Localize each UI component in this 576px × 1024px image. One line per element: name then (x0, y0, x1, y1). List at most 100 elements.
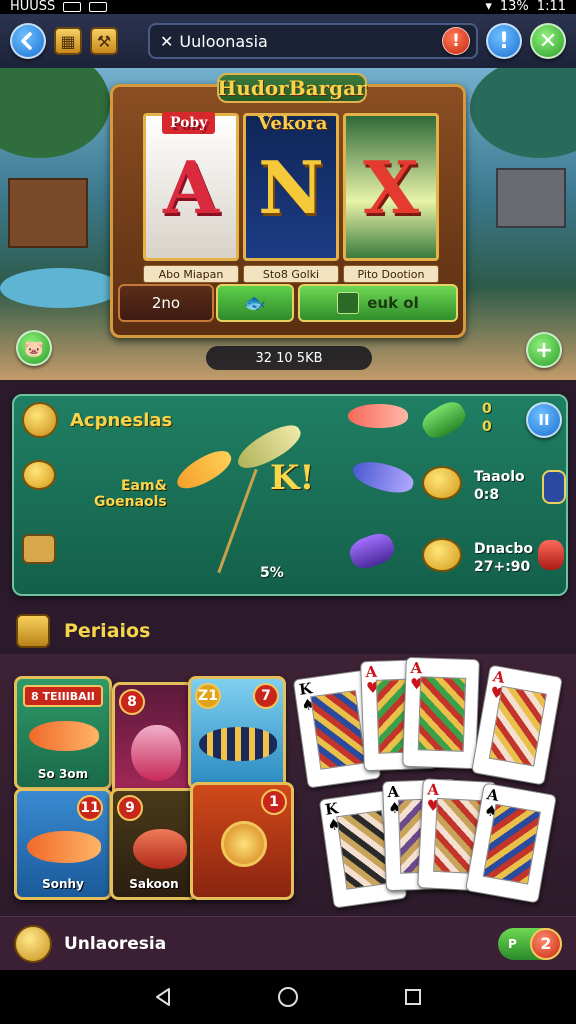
spin-label: euk ol (367, 294, 419, 312)
game-card-4[interactable]: 11 Sonhy (14, 788, 112, 900)
reel-1: A Poby (143, 112, 239, 261)
game-card-2-num: 8 (119, 689, 145, 715)
playing-card-1-art (310, 690, 367, 770)
slot-title: HudorBargar (217, 73, 367, 103)
item-1-value: 0:8 (474, 487, 500, 503)
item-2-value: 27+:90 (474, 559, 531, 575)
green-crystal (417, 396, 471, 444)
back-button[interactable] (10, 23, 46, 59)
spin-button[interactable]: euk ol (298, 284, 458, 322)
periods-header: Periaios (16, 612, 150, 650)
game-card-6-num: 1 (261, 789, 287, 815)
image-icon (89, 2, 108, 12)
system-nav-bar (0, 970, 576, 1024)
game-card-6[interactable]: 1 (190, 782, 294, 900)
periods-icon (16, 614, 50, 648)
reel-2-label: Sto8 Golki (243, 265, 339, 283)
fishing-left-label-2: Goenaols (94, 494, 167, 510)
warning-button[interactable]: ! (442, 27, 470, 55)
time-text: 1:11 (536, 0, 566, 14)
fishing-left-label-1: Eam& (120, 478, 167, 494)
chest-icon (22, 534, 56, 564)
game-card-4-fish (27, 831, 101, 863)
mascot-icon[interactable] (14, 924, 52, 963)
notification-toggle[interactable]: P 2 (498, 927, 562, 960)
game-card-1[interactable]: 8 TEIIIBAII So 3om (14, 676, 112, 790)
carrier-text: HUUSS (10, 0, 56, 14)
coin-icon (22, 460, 56, 490)
red-crystal (538, 540, 564, 570)
item-1[interactable]: Taaolo 0:8 (474, 468, 525, 504)
hut-right (496, 168, 566, 228)
pet-button[interactable]: 🐷 (16, 330, 52, 366)
top-value-2: 0 (482, 419, 492, 435)
reel-1-label: Abo Miapan (143, 265, 239, 283)
reel-1-tag: Poby (162, 112, 216, 134)
credit-display: 32 10 5KB (206, 346, 372, 370)
reel-1-symbol: A (163, 144, 219, 230)
fishing-title: Acpneslas (70, 410, 173, 431)
purple-fish (349, 456, 417, 498)
triangle-back-icon (155, 988, 170, 1006)
fish-button[interactable]: 🐟 (216, 284, 294, 322)
fishing-center-value: 5% (260, 565, 284, 581)
fishing-panel[interactable]: Acpneslas Eam& Goenaols K! 5% 0 0 II Taa… (12, 394, 568, 596)
red-fish (348, 404, 408, 428)
slot-hero: HudorBargar A Poby N Vekora X Abo Miapan… (0, 68, 576, 380)
periods-title: Periaios (64, 620, 151, 642)
water (0, 268, 120, 308)
fishing-rod (217, 468, 258, 574)
plus-icon: + (534, 337, 554, 363)
gold-coin-icon-1 (422, 466, 462, 500)
map-button[interactable]: ▦ (54, 27, 82, 55)
tools-button[interactable]: ⚒ (90, 27, 118, 55)
game-card-4-num: 11 (77, 795, 103, 821)
search-text[interactable]: Uuloonasia (179, 32, 436, 51)
bet-button[interactable]: 2no (118, 284, 214, 322)
close-search-icon[interactable]: ✕ (160, 32, 173, 51)
item-2-title: Dnacbo (474, 541, 533, 557)
bottom-bar: Unlaoresia P 2 (0, 916, 576, 970)
game-card-5-caption: Sakoon (129, 877, 179, 891)
gold-coin-icon-2 (422, 538, 462, 572)
info-icon: ! (498, 28, 510, 54)
game-card-5-num: 9 (117, 795, 143, 821)
game-card-4-caption: Sonhy (42, 877, 84, 891)
close-button[interactable]: ✕ (530, 23, 566, 59)
pet-icon: 🐷 (24, 338, 44, 358)
fishing-left-label: Eam& Goenaols (94, 478, 167, 510)
battery-text: 13% (499, 0, 529, 14)
game-card-3-num-left: Z1 (195, 683, 221, 709)
sun-emblem-icon (221, 821, 267, 867)
top-value-1: 0 (482, 401, 492, 417)
close-icon: ✕ (538, 28, 558, 54)
spin-icon (337, 292, 360, 314)
nav-back-button[interactable] (149, 983, 177, 1011)
item-2[interactable]: Dnacbo 27+:90 (474, 540, 533, 576)
search-bar[interactable]: ✕ Uuloonasia ! (148, 23, 478, 59)
top-values: 0 0 (482, 400, 492, 436)
game-card-5-creature (133, 829, 187, 869)
playing-card-3[interactable]: A ♥ (402, 656, 480, 770)
status-bar: HUUSS ▾ 13% 1:11 (0, 0, 576, 14)
blue-item-icon (542, 470, 566, 504)
game-lobby-screen: HUUSS ▾ 13% 1:11 ▦ ⚒ ✕ Uuloonasia ! ! ✕ (0, 0, 576, 1024)
game-card-3[interactable]: Z1 7 (188, 676, 286, 790)
circle-home-icon (277, 987, 298, 1007)
hammer-icon: ⚒ (96, 31, 112, 51)
pause-button[interactable]: II (526, 402, 562, 438)
playing-card-4[interactable]: A ♥ (471, 664, 563, 786)
info-button[interactable]: ! (486, 23, 522, 59)
map-icon: ▦ (60, 31, 76, 51)
add-button[interactable]: + (526, 332, 562, 368)
nav-recents-button[interactable] (399, 983, 427, 1011)
game-card-1-caption: So 3om (37, 767, 89, 781)
game-card-5[interactable]: 9 Sakoon (110, 788, 198, 900)
toggle-text: P (508, 936, 517, 951)
top-bar: ▦ ⚒ ✕ Uuloonasia ! ! ✕ (0, 14, 576, 68)
cards-area: 8 TEIIIBAII So 3om 8 Z1 7 11 Sonhy 9 Sak… (0, 654, 576, 916)
game-card-2[interactable]: 8 (112, 682, 194, 802)
back-arrow-icon (21, 32, 32, 50)
purple-crystal (346, 529, 398, 573)
nav-home-button[interactable] (274, 983, 302, 1011)
